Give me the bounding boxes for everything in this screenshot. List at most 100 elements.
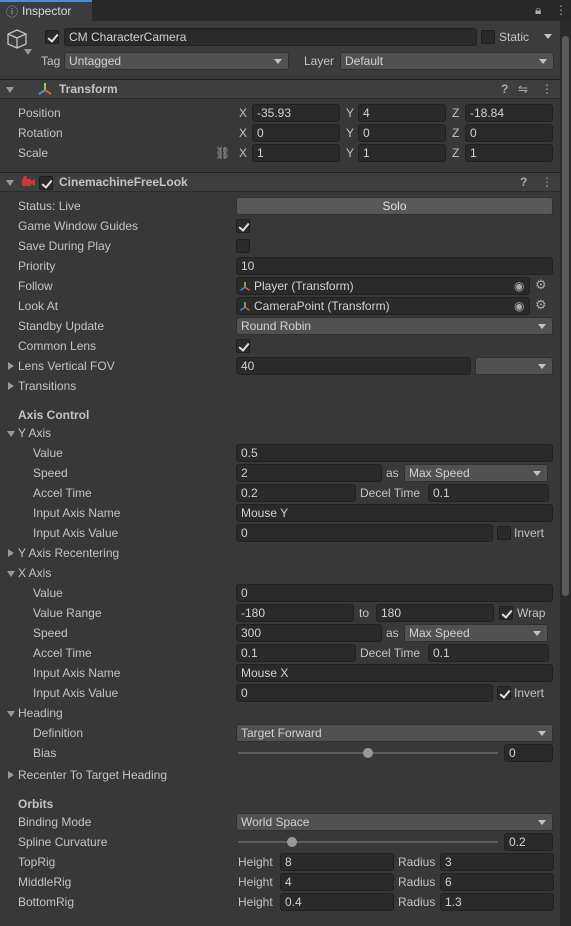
standby-update-dropdown[interactable]: Round Robin [236,317,553,335]
toprig-height-label: Height [238,855,273,869]
middlerig-height-field[interactable]: 4 [280,873,394,891]
presets-icon[interactable]: ⇋ [518,83,528,95]
bottomrig-radius-field[interactable]: 1.3 [440,893,554,911]
scrollbar-thumb[interactable] [562,36,569,596]
x-accel-field[interactable]: 0.1 [236,644,356,662]
heading-label[interactable]: Heading [18,704,63,722]
game-window-guides-label: Game Window Guides [18,219,139,233]
scale-x-field[interactable]: 1 [252,144,340,162]
y-value-field[interactable]: 0.5 [236,444,553,462]
x-range-max-field[interactable]: 180 [376,604,494,622]
look-at-field[interactable]: CameraPoint (Transform) [236,297,530,315]
lens-fov-field[interactable]: 40 [236,357,471,375]
component-menu-icon[interactable]: ⋮ [541,176,553,188]
toprig-radius-field[interactable]: 3 [440,853,554,871]
constrain-proportions-icon[interactable]: ⛓︎ [215,147,230,159]
y-speed-mode-dropdown[interactable]: Max Speed [404,464,548,482]
follow-field[interactable]: Player (Transform) [236,277,530,295]
x-range-min-field[interactable]: -180 [236,604,354,622]
y-recentering-fold-icon[interactable] [8,549,14,557]
x-value-field[interactable]: 0 [236,584,553,602]
inspector-tab[interactable]: ⓘ Inspector [0,0,92,21]
static-checkbox[interactable] [481,30,495,44]
lens-preset-dropdown[interactable] [475,357,553,375]
scale-z-axis: Z [452,146,460,160]
x-speed-mode-dropdown[interactable]: Max Speed [404,624,548,642]
lock-icon[interactable]: 🔒︎ [535,4,541,16]
object-name-field[interactable]: CM CharacterCamera [64,28,477,46]
x-speed-field[interactable]: 300 [236,624,382,642]
freelook-enabled-checkbox[interactable] [39,176,53,190]
x-invert-label: Invert [514,686,545,700]
object-active-checkbox[interactable] [45,30,59,44]
x-decel-field[interactable]: 0.1 [428,644,549,662]
status-label: Status: Live [18,199,81,213]
y-speed-as-label: as [386,466,399,480]
solo-button[interactable]: Solo [236,197,553,215]
scale-z-field[interactable]: 1 [465,144,553,162]
rotation-z-axis: Z [452,126,460,140]
heading-fold-icon[interactable] [7,711,15,717]
position-z-field[interactable]: -18.84 [465,104,553,122]
scale-y-field[interactable]: 1 [358,144,446,162]
binding-mode-dropdown[interactable]: World Space [236,813,553,831]
transitions-fold-icon[interactable] [8,382,14,390]
spline-slider-knob[interactable] [287,837,297,847]
y-invert-checkbox[interactable] [497,526,511,540]
toprig-label: TopRig [18,855,56,869]
spline-slider-track[interactable] [238,841,498,843]
y-axis-label[interactable]: Y Axis [18,424,51,442]
tag-dropdown[interactable]: Untagged [64,52,289,70]
y-input-name-field[interactable]: Mouse Y [236,504,553,522]
static-dropdown[interactable] [540,28,554,46]
toprig-height-field[interactable]: 8 [280,853,394,871]
rotation-y-axis: Y [346,126,355,140]
transform-fold-icon[interactable] [6,87,14,93]
standby-update-label: Standby Update [18,319,105,333]
common-lens-checkbox[interactable] [236,339,250,353]
x-axis-fold-icon[interactable] [7,571,15,577]
rotation-z-field[interactable]: 0 [465,124,553,142]
y-recentering-label[interactable]: Y Axis Recentering [18,544,119,562]
component-menu-icon[interactable]: ⋮ [541,83,553,95]
x-input-name-field[interactable]: Mouse X [236,664,553,682]
position-x-field[interactable]: -35.93 [252,104,340,122]
help-icon[interactable]: ? [520,176,527,188]
object-picker-icon[interactable]: ◉ [514,280,524,292]
x-invert-checkbox[interactable] [497,686,511,700]
y-input-name-label: Input Axis Name [33,506,121,520]
rotation-x-field[interactable]: 0 [252,124,340,142]
bias-slider-knob[interactable] [363,748,373,758]
bottomrig-height-field[interactable]: 0.4 [280,893,394,911]
recenter-heading-fold-icon[interactable] [8,771,14,779]
middlerig-radius-field[interactable]: 6 [440,873,554,891]
definition-dropdown[interactable]: Target Forward [236,724,553,742]
save-during-play-checkbox[interactable] [236,239,250,253]
freelook-fold-icon[interactable] [6,180,14,186]
bias-field[interactable]: 0 [504,744,553,762]
y-input-value-field[interactable]: 0 [236,524,493,542]
y-speed-field[interactable]: 2 [236,464,382,482]
y-decel-field[interactable]: 0.1 [428,484,549,502]
recenter-heading-label[interactable]: Recenter To Target Heading [18,766,167,784]
x-input-name-label: Input Axis Name [33,666,121,680]
object-icon-dropdown-icon[interactable] [24,49,32,55]
layer-dropdown[interactable]: Default [340,52,554,70]
x-wrap-checkbox[interactable] [499,606,513,620]
y-accel-field[interactable]: 0.2 [236,484,356,502]
x-input-value-field[interactable]: 0 [236,684,493,702]
priority-field[interactable]: 10 [236,257,553,275]
transitions-label[interactable]: Transitions [18,377,76,395]
lens-fov-fold-icon[interactable] [8,362,14,370]
object-picker-icon[interactable]: ◉ [514,300,524,312]
x-axis-label[interactable]: X Axis [18,564,51,582]
rotation-y-field[interactable]: 0 [358,124,446,142]
y-axis-fold-icon[interactable] [7,431,15,437]
game-window-guides-checkbox[interactable] [236,219,250,233]
kebab-menu-icon[interactable]: ⋮ [555,4,567,16]
spline-curvature-field[interactable]: 0.2 [504,833,553,851]
gear-icon[interactable]: ⚙ [535,278,547,291]
gear-icon[interactable]: ⚙ [535,298,547,311]
help-icon[interactable]: ? [501,83,508,95]
position-y-field[interactable]: 4 [358,104,446,122]
